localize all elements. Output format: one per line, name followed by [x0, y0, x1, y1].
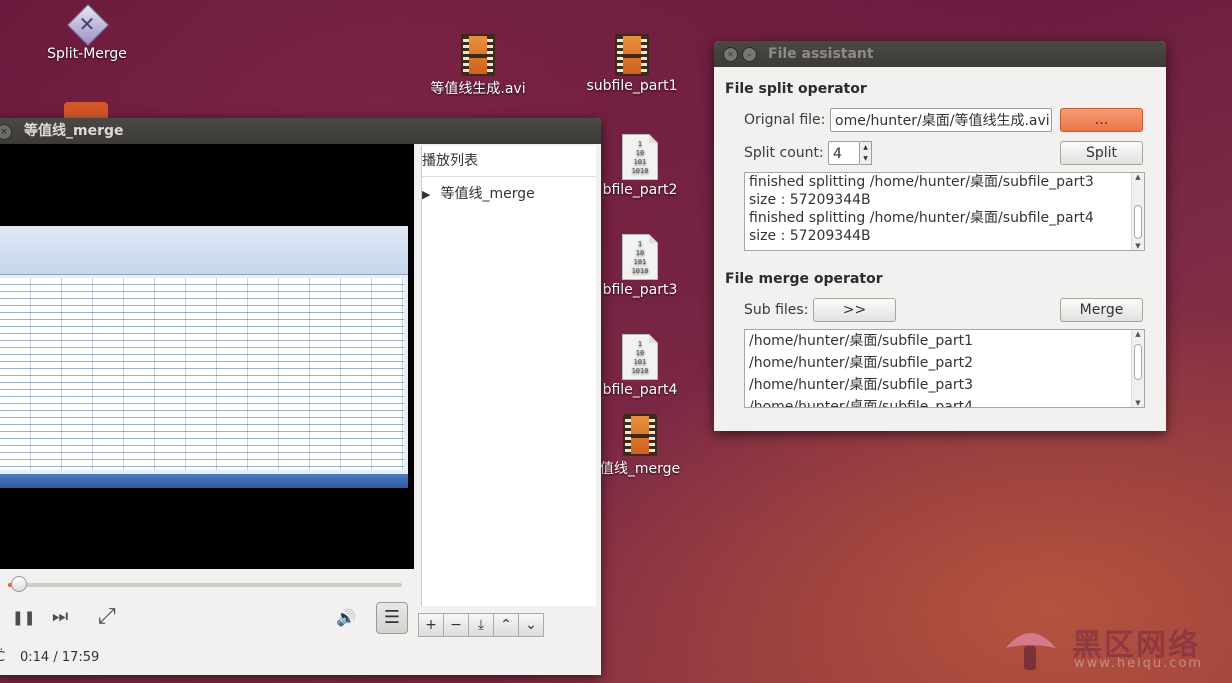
pause-icon[interactable]: ❚❚	[12, 608, 35, 628]
volume-icon[interactable]: 🔊	[336, 608, 356, 628]
playlist-toolbar: + − ⤓ ⌃ ⌄	[418, 613, 544, 637]
seek-handle[interactable]	[11, 576, 28, 592]
player-titlebar: × 等值线_merge	[0, 118, 601, 144]
binary-file-icon: 1 10 101 1010	[622, 134, 658, 180]
video-frame	[0, 226, 408, 488]
list-item[interactable]: /home/hunter/桌面/subfile_part3	[745, 374, 1144, 396]
video-file-icon	[615, 34, 649, 76]
desktop-icon-label: 值线_merge	[599, 461, 681, 477]
desktop-icon-merged-video[interactable]: 值线_merge	[598, 414, 682, 478]
save-icon[interactable]: ⤓	[468, 613, 494, 637]
list-item[interactable]: /home/hunter/桌面/subfile_part2	[745, 352, 1144, 374]
video-area[interactable]	[0, 144, 414, 569]
video-frame-taskbar	[0, 474, 408, 488]
playlist-panel: 播放列表 ▶ 等值线_merge	[421, 146, 596, 606]
list-item[interactable]: /home/hunter/桌面/subfile_part4	[745, 396, 1144, 407]
close-icon[interactable]: ✕	[723, 47, 738, 62]
playlist-header: 播放列表	[422, 146, 596, 177]
add-icon[interactable]: +	[418, 613, 444, 637]
merge-section-title: File merge operator	[725, 271, 883, 287]
minimize-icon[interactable]: –	[742, 47, 757, 62]
next-icon[interactable]: ⏭	[52, 607, 68, 627]
remove-icon[interactable]: −	[443, 613, 469, 637]
player-title: 等值线_merge	[24, 123, 124, 139]
window-title: File assistant	[768, 46, 874, 62]
desktop-icon-label: bfile_part3	[602, 282, 678, 298]
desktop-icon-subfile-part3[interactable]: 1 10 101 1010 bfile_part3	[600, 234, 680, 298]
fullscreen-icon[interactable]: ⤢	[98, 606, 116, 628]
desktop-icon-video[interactable]: 等值线生成.avi	[426, 34, 530, 98]
playlist-item-label: 等值线_merge	[440, 186, 535, 202]
desktop-icon-subfile-part2[interactable]: 1 10 101 1010 bfile_part2	[600, 134, 680, 198]
scroll-down-icon[interactable]: ▼	[1132, 242, 1144, 250]
video-frame-spreadsheet	[0, 278, 404, 470]
video-frame-ribbon	[0, 226, 408, 275]
sub-files-list[interactable]: /home/hunter/桌面/subfile_part1 /home/hunt…	[744, 329, 1145, 408]
split-count-stepper[interactable]: ▲ ▼	[860, 141, 872, 165]
log-line: finished splitting /home/hunter/桌面/subfi…	[749, 174, 1094, 190]
video-player-window: × 等值线_merge ❚❚ ⏭ ⤢ 🔊 ☰ Ċ 0:14 / 17:59 播放…	[0, 118, 601, 675]
split-section-title: File split operator	[725, 81, 867, 97]
time-prefix: Ċ	[0, 650, 6, 665]
desktop-icon-split-merge[interactable]: ✕ Split-Merge	[40, 3, 134, 62]
split-merge-app-icon: ✕	[66, 3, 110, 47]
scroll-up-icon[interactable]: ▲	[1132, 330, 1144, 338]
file-assistant-window: ✕ – File assistant File split operator O…	[714, 41, 1166, 431]
desktop-icon-label: 等值线生成.avi	[430, 81, 526, 97]
close-icon[interactable]: ×	[0, 124, 12, 140]
add-files-button[interactable]: >>	[813, 298, 896, 322]
menu-button[interactable]: ☰	[376, 602, 408, 634]
desktop-icon-subfile-part1[interactable]: subfile_part1	[584, 34, 680, 94]
video-file-icon	[461, 34, 495, 76]
split-button[interactable]: Split	[1060, 141, 1143, 165]
mushroom-logo-icon	[1006, 633, 1056, 670]
orig-file-field[interactable]: ome/hunter/桌面/等值线生成.avi	[830, 108, 1052, 132]
move-down-icon[interactable]: ⌄	[518, 613, 544, 637]
list-item[interactable]: /home/hunter/桌面/subfile_part1	[745, 330, 1144, 352]
video-file-icon	[623, 414, 657, 456]
seek-bar[interactable]	[8, 583, 402, 587]
split-count-label: Split count:	[744, 145, 824, 161]
desktop-icon-label: Split-Merge	[47, 46, 127, 62]
split-log[interactable]: finished splitting /home/hunter/桌面/subfi…	[744, 172, 1145, 251]
move-up-icon[interactable]: ⌃	[493, 613, 519, 637]
log-line: size : 57209344B	[749, 228, 871, 244]
split-count-field[interactable]: 4	[828, 141, 860, 165]
browse-button[interactable]: ...	[1060, 108, 1143, 132]
merge-button[interactable]: Merge	[1060, 298, 1143, 322]
log-line: finished splitting /home/hunter/桌面/subfi…	[749, 210, 1094, 226]
desktop-icon-subfile-part4[interactable]: 1 10 101 1010 bfile_part4	[600, 334, 680, 398]
binary-file-icon: 1 10 101 1010	[622, 334, 658, 380]
playlist-item[interactable]: ▶ 等值线_merge	[422, 183, 596, 203]
sub-files-label: Sub files:	[744, 302, 809, 318]
desktop-icon-label: bfile_part4	[602, 382, 678, 398]
scroll-thumb[interactable]	[1134, 344, 1142, 380]
binary-file-icon: 1 10 101 1010	[622, 234, 658, 280]
log-line: size : 57209344B	[749, 192, 871, 208]
time-readout: 0:14 / 17:59	[20, 650, 100, 665]
orig-file-label: Orignal file:	[744, 112, 826, 128]
scroll-down-icon[interactable]: ▼	[1132, 399, 1144, 407]
split-log-scrollbar[interactable]: ▲ ▼	[1131, 173, 1144, 250]
sub-files-scrollbar[interactable]: ▲ ▼	[1131, 330, 1144, 407]
scroll-thumb[interactable]	[1134, 205, 1142, 239]
play-marker-icon: ▶	[422, 188, 431, 201]
watermark-url: www.heiqu.com	[1074, 656, 1204, 671]
desktop-icon-label: subfile_part1	[586, 78, 678, 94]
desktop-icon-label: bfile_part2	[602, 182, 678, 198]
assistant-titlebar: ✕ – File assistant	[714, 41, 1166, 67]
scroll-up-icon[interactable]: ▲	[1132, 173, 1144, 181]
